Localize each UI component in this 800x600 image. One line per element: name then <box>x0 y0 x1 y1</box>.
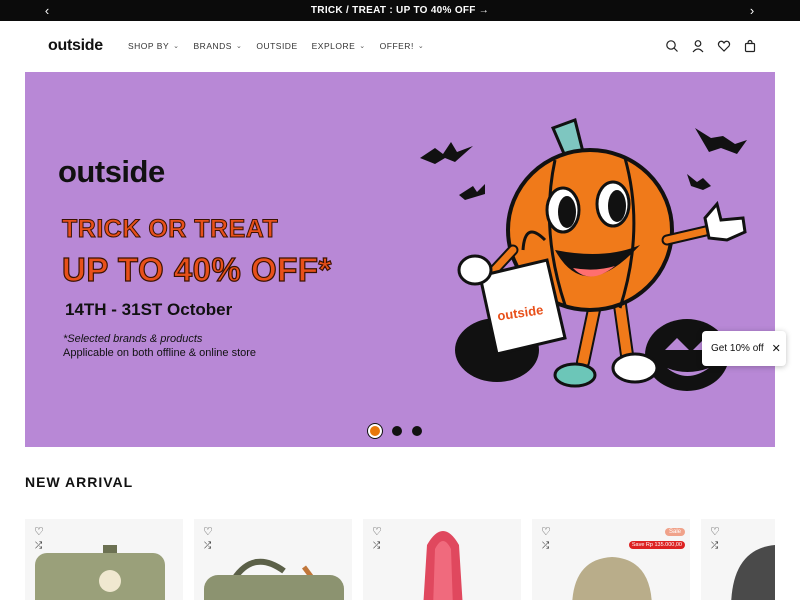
cart-icon[interactable] <box>743 39 757 53</box>
carousel-dots <box>368 424 422 438</box>
hero-banner[interactable]: outside TRICK OR TREAT UP TO 40% OFF* 14… <box>25 72 775 447</box>
site-header: outside SHOP BY ⌄ BRANDS ⌄ OUTSIDE EXPLO… <box>0 21 800 72</box>
nav-label: EXPLORE <box>311 41 356 51</box>
wishlist-icon[interactable] <box>717 39 731 53</box>
hero-note-line-1: *Selected brands & products <box>63 333 203 345</box>
sale-badge: Sale <box>664 528 685 536</box>
nav-label: SHOP BY <box>128 41 170 51</box>
compare-icon[interactable]: ⤮ <box>542 540 549 551</box>
product-card[interactable]: ♡ ⤮ <box>25 519 183 600</box>
carousel-dot-1[interactable] <box>368 424 382 438</box>
announcement-next-button[interactable]: › <box>740 0 764 21</box>
nav-outside[interactable]: OUTSIDE <box>256 41 297 51</box>
search-icon[interactable] <box>665 39 679 53</box>
wishlist-icon[interactable]: ♡ <box>372 525 382 538</box>
wishlist-icon[interactable]: ♡ <box>203 525 213 538</box>
bat-icon <box>695 128 747 154</box>
header-icons <box>665 39 757 53</box>
nav-label: OUTSIDE <box>256 41 298 51</box>
compare-icon[interactable]: ⤮ <box>35 540 42 551</box>
nav-explore[interactable]: EXPLORE ⌄ <box>312 41 366 51</box>
chevron-down-icon: ⌄ <box>417 43 425 50</box>
compare-icon[interactable]: ⤮ <box>711 540 718 551</box>
nav-shop-by[interactable]: SHOP BY ⌄ <box>128 41 180 51</box>
carousel-dot-2[interactable] <box>392 426 402 436</box>
discount-popup[interactable]: Get 10% off ✕ <box>702 331 786 366</box>
compare-icon[interactable]: ⤮ <box>204 540 211 551</box>
hero-headline: TRICK OR TREAT <box>61 215 279 244</box>
product-card[interactable]: ♡ ⤮ <box>194 519 352 600</box>
nav-brands[interactable]: BRANDS ⌄ <box>194 41 243 51</box>
account-icon[interactable] <box>691 39 705 53</box>
bat-icon <box>459 184 485 200</box>
product-card[interactable]: ♡ ⤮ Sale Save Rp 135.000,00 <box>532 519 690 600</box>
carousel-dot-3[interactable] <box>412 426 422 436</box>
hero-note-line-2: Applicable on both offline & online stor… <box>63 347 257 359</box>
site-logo[interactable]: outside <box>48 37 103 55</box>
nav-offer[interactable]: OFFER! ⌄ <box>380 41 425 51</box>
hero-brand: outside <box>58 154 165 189</box>
bat-icon <box>687 174 711 190</box>
chevron-down-icon: ⌄ <box>235 43 243 50</box>
product-card[interactable]: ♡ ⤮ <box>363 519 521 600</box>
wishlist-icon[interactable]: ♡ <box>710 525 720 538</box>
announcement-bar: ‹ TRICK / TREAT : UP TO 40% OFF → › <box>0 0 800 21</box>
product-image <box>204 558 344 600</box>
discount-label[interactable]: Get 10% off <box>711 343 764 354</box>
announcement-text[interactable]: TRICK / TREAT : UP TO 40% OFF → <box>311 5 489 16</box>
product-carousel: ♡ ⤮ ♡ ⤮ ♡ ⤮ ♡ ⤮ Sale Save Rp 135.000,00 <box>25 519 775 600</box>
main-nav: SHOP BY ⌄ BRANDS ⌄ OUTSIDE EXPLORE ⌄ OFF… <box>128 41 424 51</box>
hero-note: *Selected brands & products Applicable o… <box>63 332 256 360</box>
section-title: NEW ARRIVAL <box>25 474 134 490</box>
chevron-down-icon: ⌄ <box>359 43 366 50</box>
nav-label: BRANDS <box>193 41 232 51</box>
compare-icon[interactable]: ⤮ <box>373 540 380 551</box>
close-icon[interactable]: ✕ <box>772 342 781 355</box>
announcement-prev-button[interactable]: ‹ <box>35 0 59 21</box>
wishlist-icon[interactable]: ♡ <box>541 525 551 538</box>
nav-label: OFFER! <box>379 41 414 51</box>
bat-icon <box>420 142 473 164</box>
wishlist-icon[interactable]: ♡ <box>34 525 44 538</box>
product-image <box>423 531 463 600</box>
hero-discount: UP TO 40% OFF* <box>61 250 332 288</box>
product-card[interactable]: ♡ ⤮ <box>701 519 775 600</box>
chevron-down-icon: ⌄ <box>173 43 180 50</box>
product-image <box>35 545 165 600</box>
save-badge: Save Rp 135.000,00 <box>628 541 685 549</box>
hero-dates: 14TH - 31ST October <box>65 300 233 319</box>
